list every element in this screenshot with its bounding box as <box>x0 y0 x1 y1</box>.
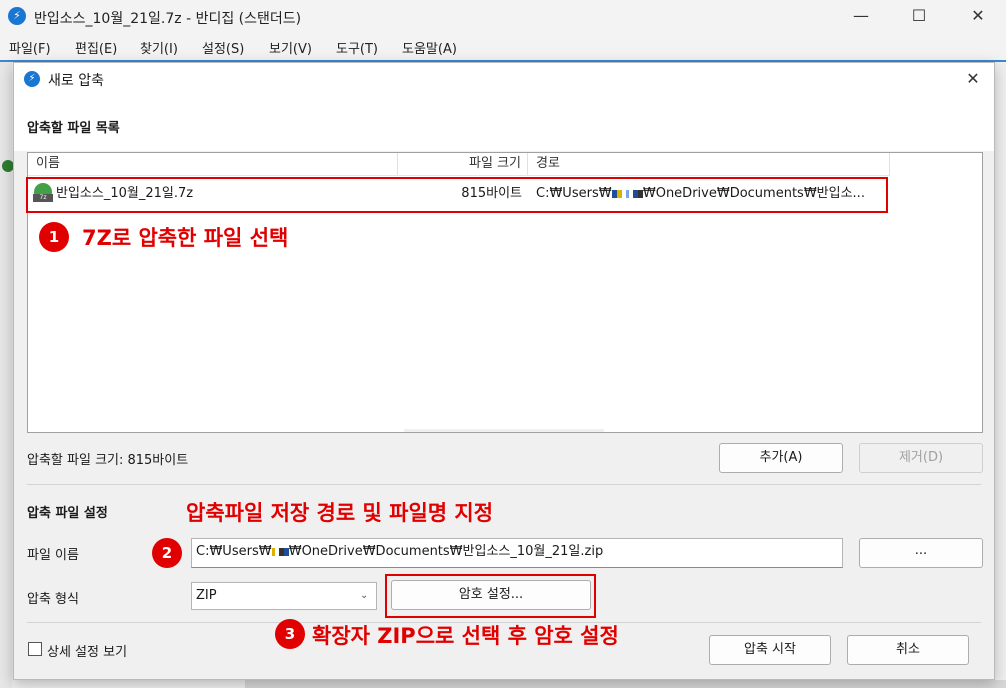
filename-label: 파일 이름 <box>27 548 79 563</box>
start-compress-button[interactable]: 압축 시작 <box>709 635 831 665</box>
menu-file[interactable]: 파일(F) <box>9 38 51 57</box>
new-archive-dialog: ⚡ 새로 압축 ✕ 압축할 파일 목록 이름 파일 크기 경로 7z 반입소스_… <box>13 62 995 680</box>
column-name[interactable]: 이름 <box>28 153 398 175</box>
column-path[interactable]: 경로 <box>528 153 890 175</box>
chevron-down-icon: ⌄ <box>360 590 369 601</box>
dialog-title-bar <box>14 63 994 95</box>
status-bar <box>245 680 1006 688</box>
annotation-text-2: 압축파일 저장 경로 및 파일명 지정 <box>186 501 494 525</box>
add-button[interactable]: 추가(A) <box>719 443 843 473</box>
minimize-button[interactable]: — <box>838 4 884 28</box>
menu-view[interactable]: 보기(V) <box>269 38 312 57</box>
section-divider <box>27 484 981 485</box>
archive-settings-section-title: 압축 파일 설정 <box>27 506 108 521</box>
close-button[interactable]: ✕ <box>955 4 1001 28</box>
maximize-button[interactable]: ☐ <box>896 4 942 28</box>
remove-button[interactable]: 제거(D) <box>859 443 983 473</box>
redacted-username-icon <box>271 547 275 556</box>
annotation-badge-1: 1 <box>39 222 69 252</box>
annotation-text-3: 확장자 ZIP으로 선택 후 암호 설정 <box>312 624 619 648</box>
format-value: ZIP <box>196 588 217 603</box>
format-label: 압축 형식 <box>27 592 79 607</box>
format-select[interactable]: ZIP ⌄ <box>191 582 377 610</box>
annotation-badge-2: 2 <box>152 538 182 568</box>
filename-suffix: ₩OneDrive₩Documents₩반입소스_10월_21일.zip <box>288 544 604 559</box>
annotation-box-1 <box>26 177 888 213</box>
total-size-label: 압축할 파일 크기: 815바이트 <box>27 453 189 468</box>
dialog-close-button[interactable]: ✕ <box>958 67 988 91</box>
filename-input[interactable]: C:₩Users₩ ₩OneDrive₩Documents₩반입소스_10월_2… <box>191 538 843 568</box>
list-header-panel <box>14 95 994 151</box>
header-divider <box>28 175 890 176</box>
bandizip-dialog-icon: ⚡ <box>24 71 40 87</box>
bandizip-logo-icon: ⚡ <box>8 7 26 25</box>
file-list-section-title: 압축할 파일 목록 <box>27 121 120 136</box>
menu-help[interactable]: 도움말(A) <box>402 38 457 57</box>
window-title: 반입소스_10월_21일.7z - 반디집 (스탠더드) <box>34 11 302 27</box>
menu-find[interactable]: 찾기(I) <box>140 38 178 57</box>
advanced-label[interactable]: 상세 설정 보기 <box>47 641 127 660</box>
filename-prefix: C:₩Users₩ <box>196 544 272 559</box>
advanced-checkbox[interactable] <box>28 642 42 656</box>
list-scroll-gap <box>404 429 604 432</box>
menu-tools[interactable]: 도구(T) <box>336 38 378 57</box>
column-size[interactable]: 파일 크기 <box>404 153 528 175</box>
menu-edit[interactable]: 편집(E) <box>75 38 117 57</box>
dialog-title: 새로 압축 <box>48 73 104 89</box>
annotation-text-1: 7Z로 압축한 파일 선택 <box>82 226 289 250</box>
browse-button[interactable]: ... <box>859 538 983 568</box>
annotation-badge-3: 3 <box>275 619 305 649</box>
menu-settings[interactable]: 설정(S) <box>202 38 244 57</box>
background-panel <box>0 62 12 688</box>
password-button[interactable]: 암호 설정... <box>391 580 591 610</box>
cancel-button[interactable]: 취소 <box>847 635 969 665</box>
